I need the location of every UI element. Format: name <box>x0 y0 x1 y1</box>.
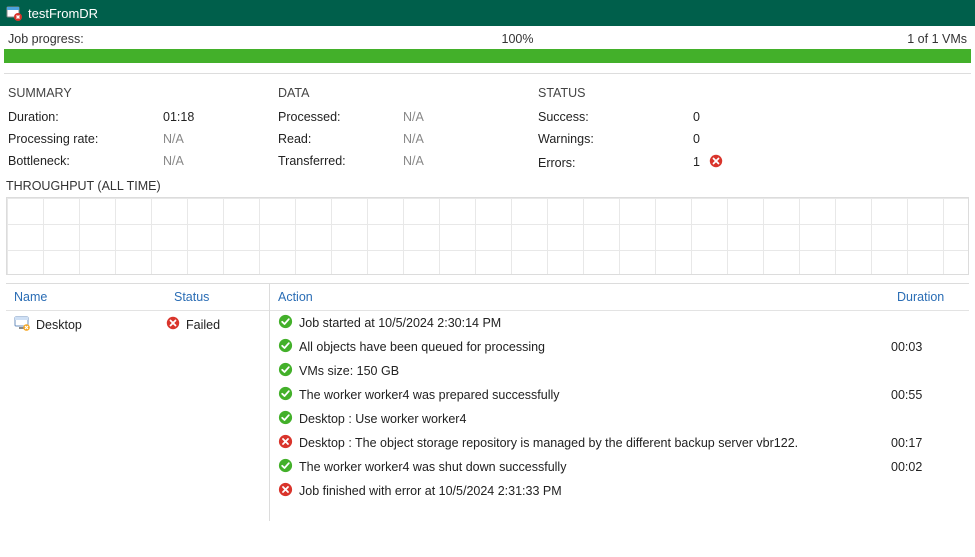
header-name[interactable]: Name <box>6 284 166 310</box>
header-action[interactable]: Action <box>270 284 889 310</box>
progress-bar-container <box>0 49 975 69</box>
warnings-label: Warnings: <box>538 132 693 146</box>
log-row[interactable]: VMs size: 150 GB <box>270 359 969 383</box>
error-icon <box>278 482 293 500</box>
success-icon <box>278 314 293 332</box>
success-icon <box>278 410 293 428</box>
errors-value: 1 <box>693 154 723 171</box>
transferred-value: N/A <box>403 154 424 168</box>
job-progress-percent: 100% <box>488 32 548 46</box>
log-text: VMs size: 150 GB <box>299 364 399 378</box>
separator <box>4 73 971 74</box>
log-duration: 00:17 <box>891 436 961 450</box>
log-row[interactable]: Desktop : The object storage repository … <box>270 431 969 455</box>
progress-bar <box>4 49 971 63</box>
info-block: SUMMARY Duration:01:18 Processing rate:N… <box>0 80 975 177</box>
summary-column: SUMMARY Duration:01:18 Processing rate:N… <box>4 80 274 177</box>
success-icon <box>278 338 293 356</box>
rate-value: N/A <box>163 132 184 146</box>
list-item[interactable]: Desktop Failed <box>6 311 269 338</box>
window-icon <box>6 5 22 21</box>
success-value: 0 <box>693 110 700 124</box>
errors-label: Errors: <box>538 156 693 170</box>
job-progress-vms: 1 of 1 VMs <box>907 32 967 46</box>
log-row[interactable]: Job started at 10/5/2024 2:30:14 PM <box>270 311 969 335</box>
log-text: The worker worker4 was prepared successf… <box>299 388 560 402</box>
log-duration: 00:03 <box>891 340 961 354</box>
data-column: DATA Processed:N/A Read:N/A Transferred:… <box>274 80 534 177</box>
success-icon <box>278 386 293 404</box>
item-name: Desktop <box>36 318 82 332</box>
log-text: Desktop : The object storage repository … <box>299 436 798 450</box>
log-row[interactable]: Job finished with error at 10/5/2024 2:3… <box>270 479 969 503</box>
data-heading: DATA <box>278 86 530 100</box>
header-status[interactable]: Status <box>166 284 269 310</box>
success-icon <box>278 362 293 380</box>
object-list: Name Status Desktop <box>6 284 270 521</box>
window-title: testFromDR <box>28 6 969 21</box>
log-text: Job started at 10/5/2024 2:30:14 PM <box>299 316 501 330</box>
rate-label: Processing rate: <box>8 132 163 146</box>
action-log-header: Action Duration <box>270 284 969 311</box>
bottom-pane: Name Status Desktop <box>6 283 969 521</box>
processed-value: N/A <box>403 110 424 124</box>
bottleneck-label: Bottleneck: <box>8 154 163 168</box>
errors-count: 1 <box>693 155 700 169</box>
error-icon <box>278 434 293 452</box>
processed-label: Processed: <box>278 110 403 124</box>
progress-header: Job progress: 100% 1 of 1 VMs <box>0 26 975 49</box>
log-body: Job started at 10/5/2024 2:30:14 PM All o… <box>270 311 969 521</box>
error-icon <box>709 157 723 171</box>
header-duration[interactable]: Duration <box>889 284 969 310</box>
log-duration: 00:02 <box>891 460 961 474</box>
job-progress-label: Job progress: <box>8 32 488 46</box>
log-text: Job finished with error at 10/5/2024 2:3… <box>299 484 562 498</box>
log-duration: 00:55 <box>891 388 961 402</box>
log-row[interactable]: Desktop : Use worker worker4 <box>270 407 969 431</box>
log-row[interactable]: All objects have been queued for process… <box>270 335 969 359</box>
read-label: Read: <box>278 132 403 146</box>
status-column: STATUS Success:0 Warnings:0 Errors: 1 <box>534 80 971 177</box>
log-row[interactable]: The worker worker4 was prepared successf… <box>270 383 969 407</box>
throughput-chart <box>6 197 969 275</box>
log-text: All objects have been queued for process… <box>299 340 545 354</box>
transferred-label: Transferred: <box>278 154 403 168</box>
throughput-label: THROUGHPUT (ALL TIME) <box>0 177 975 195</box>
success-label: Success: <box>538 110 693 124</box>
log-text: The worker worker4 was shut down success… <box>299 460 566 474</box>
read-value: N/A <box>403 132 424 146</box>
title-bar: testFromDR <box>0 0 975 26</box>
duration-label: Duration: <box>8 110 163 124</box>
success-icon <box>278 458 293 476</box>
failed-icon <box>166 316 180 333</box>
log-text: Desktop : Use worker worker4 <box>299 412 466 426</box>
item-status: Failed <box>186 318 220 332</box>
vm-icon <box>14 315 30 334</box>
duration-value: 01:18 <box>163 110 194 124</box>
bottleneck-value: N/A <box>163 154 184 168</box>
warnings-value: 0 <box>693 132 700 146</box>
action-log: Action Duration Job started at 10/5/2024… <box>270 284 969 521</box>
object-list-header: Name Status <box>6 284 269 311</box>
status-heading: STATUS <box>538 86 967 100</box>
summary-heading: SUMMARY <box>8 86 270 100</box>
log-row[interactable]: The worker worker4 was shut down success… <box>270 455 969 479</box>
